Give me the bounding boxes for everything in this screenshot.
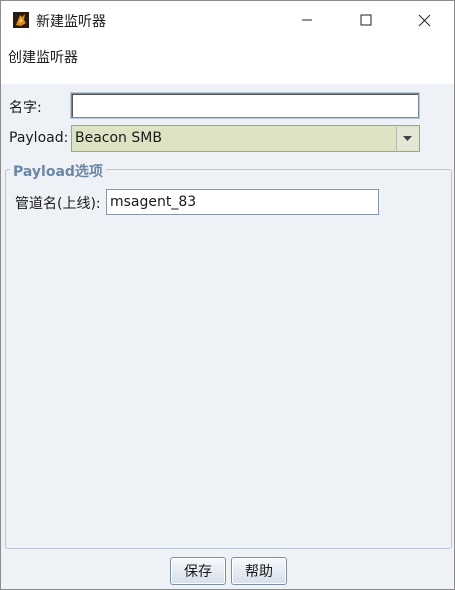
- help-button[interactable]: 帮助: [231, 557, 287, 585]
- header-banner: 创建监听器: [1, 39, 454, 84]
- minimize-icon: [302, 19, 312, 21]
- payload-select-value: Beacon SMB: [75, 130, 162, 146]
- payload-label: Payload:: [9, 130, 69, 146]
- payload-dropdown-button[interactable]: [396, 127, 418, 150]
- minimize-button[interactable]: [278, 1, 336, 39]
- pipe-name-label: 管道名(上线):: [15, 196, 101, 212]
- payload-select[interactable]: Beacon SMB: [71, 125, 420, 152]
- close-icon: [418, 14, 430, 26]
- title-bar: 新建监听器: [1, 1, 454, 39]
- name-input[interactable]: [71, 93, 419, 118]
- maximize-icon: [360, 14, 372, 26]
- close-button[interactable]: [395, 1, 453, 39]
- chevron-down-icon: [403, 136, 412, 141]
- save-button[interactable]: 保存: [170, 557, 226, 585]
- pipe-name-value: msagent_83: [110, 194, 197, 210]
- banner-text: 创建监听器: [8, 50, 78, 66]
- new-listener-dialog: 新建监听器 创建监听器 名字: Payload: Beacon SMB Payl…: [0, 0, 455, 590]
- payload-options-title: Payload选项: [10, 161, 106, 181]
- maximize-button[interactable]: [337, 1, 395, 39]
- payload-options-group: [5, 169, 452, 549]
- window-title: 新建监听器: [36, 14, 106, 30]
- cobalt-strike-app-icon: [13, 12, 29, 28]
- name-label: 名字:: [9, 100, 42, 116]
- pipe-name-input[interactable]: msagent_83: [106, 189, 379, 215]
